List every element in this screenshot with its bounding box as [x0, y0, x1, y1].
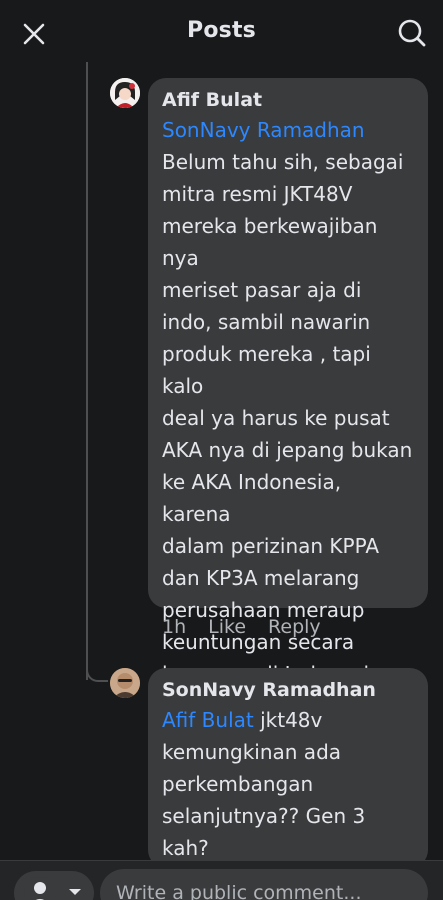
top-bar: Posts: [0, 0, 443, 66]
mention-link[interactable]: Afif Bulat: [162, 708, 254, 732]
thread-line: [86, 62, 88, 680]
comment-text-inline: jkt48v: [253, 708, 323, 732]
comment-composer: Write a public comment...: [0, 860, 443, 900]
thread-connector: [86, 660, 108, 682]
page-title: Posts: [187, 18, 256, 43]
avatar-image: [110, 668, 140, 698]
avatar-image: [110, 78, 140, 108]
comment-input[interactable]: Write a public comment...: [100, 869, 428, 900]
comment-bubble[interactable]: SonNavy Ramadhan Afif Bulat jkt48v kemun…: [148, 668, 428, 868]
comment-time: 1h: [162, 616, 187, 638]
avatar[interactable]: [110, 668, 140, 698]
comment-text-line: Afif Bulat jkt48v: [162, 704, 414, 736]
mention-link[interactable]: SonNavy Ramadhan: [162, 114, 414, 146]
chevron-down-icon: [69, 889, 81, 895]
comment-text: kemungkinan ada perkembangan selanjutnya…: [162, 740, 366, 860]
reply-button[interactable]: Reply: [268, 616, 321, 638]
comment-author[interactable]: SonNavy Ramadhan: [162, 678, 414, 702]
comment-bubble[interactable]: Afif Bulat SonNavy Ramadhan Belum tahu s…: [148, 78, 428, 686]
comment-text: Belum tahu sih, sebagai mitra resmi JKT4…: [162, 150, 413, 686]
comment-input-placeholder: Write a public comment...: [116, 882, 362, 900]
search-icon: [398, 19, 426, 47]
person-icon: [24, 877, 56, 900]
comment-author[interactable]: Afif Bulat: [162, 88, 414, 112]
search-button[interactable]: [395, 16, 429, 50]
profile-switcher[interactable]: [14, 871, 94, 900]
comment-actions: 1h Like Reply: [162, 616, 321, 638]
like-button[interactable]: Like: [208, 616, 246, 638]
avatar[interactable]: [110, 78, 140, 108]
posts-screen: Posts Afif Bulat SonNavy Ramadhan Belum …: [0, 0, 443, 900]
